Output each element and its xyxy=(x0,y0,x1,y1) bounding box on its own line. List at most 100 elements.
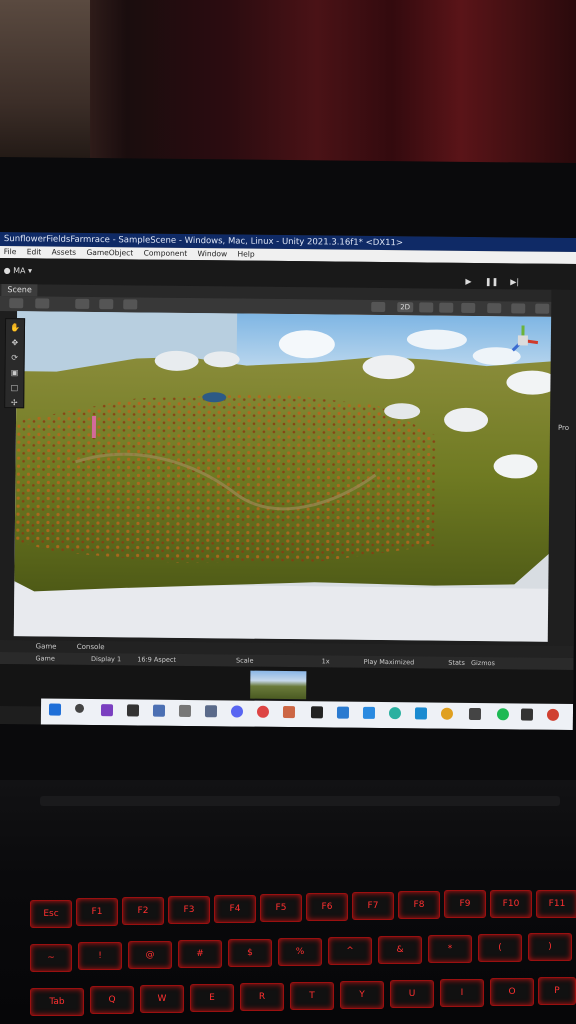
increment-icon[interactable] xyxy=(123,299,138,310)
key: O xyxy=(490,978,534,1006)
key: ~ xyxy=(30,944,72,972)
menu-assets[interactable]: Assets xyxy=(52,248,77,257)
visibility-icon[interactable] xyxy=(487,303,502,314)
pivot-icon[interactable] xyxy=(35,298,50,309)
chrome-icon[interactable] xyxy=(440,707,454,720)
key: % xyxy=(278,938,322,966)
play-icon[interactable]: ▶ xyxy=(461,277,475,289)
ground-plane xyxy=(13,583,557,642)
snap-icon[interactable] xyxy=(99,299,114,310)
monitor-screen: SunflowerFieldsFarmrace - SampleScene - … xyxy=(0,232,576,731)
background-wall-left xyxy=(0,0,90,170)
windows-taskbar xyxy=(40,698,574,731)
key: W xyxy=(140,985,184,1013)
key: F10 xyxy=(490,890,532,918)
project-panel: Pro xyxy=(547,289,576,651)
aspect-dropdown[interactable]: 16:9 Aspect xyxy=(137,655,176,663)
display-dropdown[interactable]: Display 1 xyxy=(91,655,121,663)
key: Q xyxy=(90,986,134,1014)
key: F9 xyxy=(444,890,486,918)
discord-icon[interactable] xyxy=(230,705,244,718)
key: # xyxy=(178,940,222,968)
account-label: MA xyxy=(13,266,26,276)
game-mode-dropdown[interactable]: Game xyxy=(35,654,54,662)
search-icon[interactable] xyxy=(74,703,85,713)
key: R xyxy=(240,983,284,1011)
menu-edit[interactable]: Edit xyxy=(27,247,42,256)
key: T xyxy=(290,982,334,1010)
key: F2 xyxy=(122,897,164,925)
gizmos-icon[interactable] xyxy=(535,303,550,314)
move-tool-icon[interactable]: ✥ xyxy=(8,336,22,349)
menu-gameobject[interactable]: GameObject xyxy=(86,248,133,257)
windows-start-icon[interactable] xyxy=(48,703,62,716)
key: @ xyxy=(128,941,172,969)
tab-console[interactable]: Console xyxy=(77,643,105,651)
orientation-gizmo-icon[interactable] xyxy=(505,322,541,358)
vscode-icon[interactable] xyxy=(362,706,376,719)
chrome-icon[interactable] xyxy=(546,708,560,721)
key: ! xyxy=(78,942,122,970)
menu-component[interactable]: Component xyxy=(144,249,188,258)
key: F7 xyxy=(352,892,394,920)
app-icon[interactable] xyxy=(336,706,350,719)
scale-label: Scale xyxy=(235,656,254,665)
key: F8 xyxy=(398,891,440,919)
spotify-icon[interactable] xyxy=(496,708,510,721)
visual-studio-icon[interactable] xyxy=(100,704,114,717)
draw-mode-icon[interactable] xyxy=(9,298,24,309)
audio-icon[interactable] xyxy=(439,302,454,313)
tab-scene[interactable]: Scene xyxy=(1,284,38,297)
app-icon[interactable] xyxy=(178,704,192,718)
app-icon[interactable] xyxy=(520,708,534,721)
tab-game[interactable]: Game xyxy=(36,642,57,650)
gizmos-button[interactable]: Gizmos xyxy=(471,659,495,667)
key: ) xyxy=(528,933,572,961)
app-icon[interactable] xyxy=(468,707,482,721)
grid-icon[interactable] xyxy=(75,298,90,309)
play-controls: ▶ ❚❚ ▶| xyxy=(461,269,525,290)
key: F6 xyxy=(306,893,348,921)
camera-icon[interactable] xyxy=(511,303,526,314)
marker-post xyxy=(91,415,97,439)
app-icon[interactable] xyxy=(414,707,428,720)
menu-help[interactable]: Help xyxy=(237,249,254,258)
hand-tool-icon[interactable]: ✋ xyxy=(8,321,22,334)
app-icon[interactable] xyxy=(282,705,296,719)
effects-icon[interactable] xyxy=(461,302,476,313)
pause-icon[interactable]: ❚❚ xyxy=(485,277,499,289)
key: F11 xyxy=(536,890,576,918)
keyboard: Esc F1 F2 F3 F4 F5 F6 F7 F8 F9 F10 F11 ~… xyxy=(30,890,576,1024)
app-icon[interactable] xyxy=(204,705,218,718)
key: F5 xyxy=(260,894,302,922)
account-button[interactable]: ● MA ▾ xyxy=(4,266,33,275)
menu-file[interactable]: File xyxy=(4,247,17,256)
edge-icon[interactable] xyxy=(388,707,402,720)
key: F1 xyxy=(76,898,118,926)
mode-2d-button[interactable]: 2D xyxy=(397,302,414,313)
app-icon[interactable] xyxy=(256,705,270,718)
unity-icon[interactable] xyxy=(310,706,324,719)
stats-button[interactable]: Stats xyxy=(448,659,465,667)
key: F4 xyxy=(214,895,256,923)
rotate-tool-icon[interactable]: ⟳ xyxy=(8,351,22,364)
menu-window[interactable]: Window xyxy=(198,249,228,258)
key: U xyxy=(390,980,434,1008)
rect-tool-icon[interactable]: □ xyxy=(7,381,21,394)
app-icon[interactable] xyxy=(152,704,166,717)
game-preview-image xyxy=(250,670,307,700)
scale-tool-icon[interactable]: ▣ xyxy=(7,366,21,379)
render-mode-icon[interactable] xyxy=(371,301,386,313)
step-icon[interactable]: ▶| xyxy=(508,277,522,289)
project-panel-label: Pro xyxy=(557,423,570,432)
app-icon[interactable] xyxy=(126,704,140,717)
play-mode-dropdown[interactable]: Play Maximized xyxy=(364,658,415,667)
key: P xyxy=(538,977,576,1005)
transform-tool-icon[interactable]: ✢ xyxy=(7,396,21,409)
scene-viewport[interactable] xyxy=(13,311,560,642)
lighting-icon[interactable] xyxy=(419,302,434,313)
key: F3 xyxy=(168,896,210,924)
scale-value: 1x xyxy=(321,657,330,666)
key: $ xyxy=(228,939,272,967)
key: & xyxy=(378,936,422,964)
